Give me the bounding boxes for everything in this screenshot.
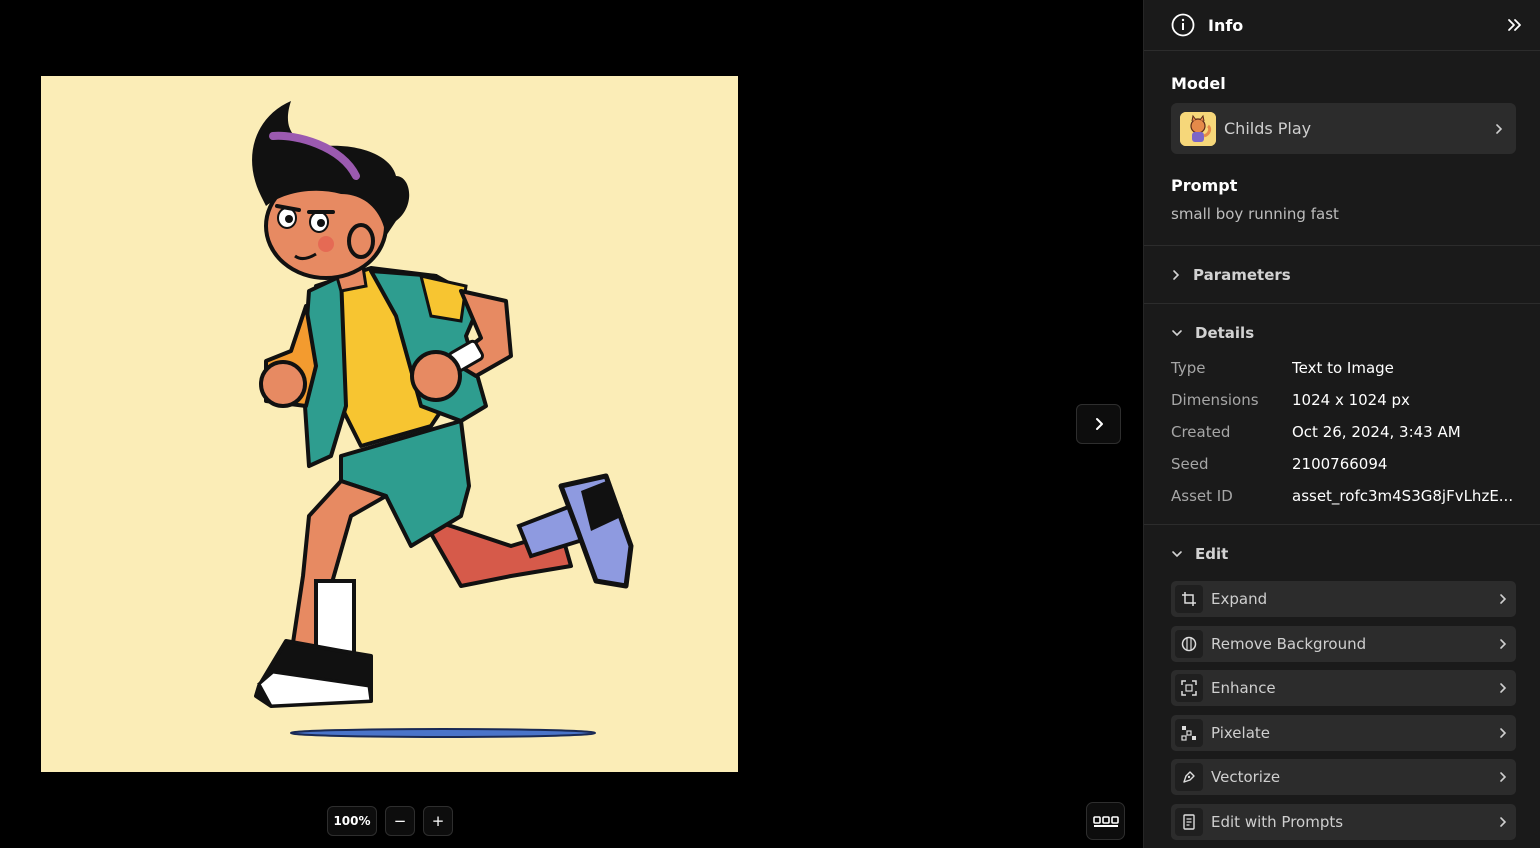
- prompt-label: Prompt: [1171, 176, 1238, 195]
- document-icon: [1175, 807, 1203, 836]
- detail-value[interactable]: asset_rofc3m4S3G8jFvLhzE...: [1292, 487, 1514, 505]
- panel-header: Info: [1144, 0, 1540, 51]
- prompt-text: small boy running fast: [1171, 205, 1339, 223]
- details-table: Type Text to Image Dimensions 1024 x 102…: [1144, 342, 1540, 525]
- thumbnails-button[interactable]: [1086, 802, 1125, 840]
- edit-toggle[interactable]: Edit: [1144, 525, 1540, 563]
- model-selector[interactable]: Childs Play: [1171, 103, 1516, 154]
- remove-background-icon: [1175, 629, 1203, 658]
- collapse-panel-button[interactable]: [1504, 14, 1526, 36]
- generated-image[interactable]: [41, 76, 738, 772]
- edit-item-label: Pixelate: [1211, 723, 1270, 742]
- chevron-down-icon: [1172, 330, 1182, 337]
- edit-expand-button[interactable]: Expand: [1171, 581, 1516, 617]
- model-label: Model: [1171, 74, 1226, 93]
- model-thumbnail: [1180, 111, 1216, 146]
- info-panel: Info Model Childs Play Prompt small boy …: [1143, 0, 1540, 848]
- panel-title: Info: [1208, 15, 1244, 35]
- detail-key: Asset ID: [1171, 487, 1233, 505]
- detail-key: Created: [1171, 423, 1231, 441]
- parameters-toggle[interactable]: Parameters: [1144, 246, 1540, 304]
- canvas-area: 100% − +: [0, 0, 1143, 848]
- detail-row: Seed 2100766094: [1171, 448, 1516, 480]
- chevron-down-icon: [1172, 551, 1182, 558]
- edit-pixelate-button[interactable]: Pixelate: [1171, 714, 1516, 751]
- edit-list: Expand Remove Background Enhance Pixelat…: [1144, 563, 1540, 840]
- detail-value: 2100766094: [1292, 455, 1388, 473]
- edit-item-label: Vectorize: [1211, 768, 1281, 786]
- zoom-in-button[interactable]: +: [423, 806, 453, 836]
- edit-with-prompts-button[interactable]: Edit with Prompts: [1171, 803, 1516, 840]
- detail-row: Created Oct 26, 2024, 3:43 AM: [1171, 416, 1516, 448]
- chevron-right-icon: [1500, 816, 1507, 827]
- thumbnails-icon: [1092, 816, 1119, 827]
- detail-row: Type Text to Image: [1171, 352, 1516, 384]
- detail-row: Asset ID asset_rofc3m4S3G8jFvLhzE...: [1171, 480, 1516, 512]
- chevron-right-icon: [1500, 638, 1507, 649]
- chevron-right-icon: [1173, 269, 1180, 280]
- zoom-level[interactable]: 100%: [327, 806, 377, 836]
- chevron-right-icon: [1500, 727, 1507, 738]
- chevron-right-icon: [1496, 123, 1503, 134]
- pixelate-icon: [1175, 718, 1203, 747]
- zoom-controls: 100% − +: [327, 806, 453, 836]
- info-icon: [1171, 13, 1195, 37]
- edit-label: Edit: [1195, 545, 1229, 563]
- detail-key: Type: [1171, 359, 1206, 377]
- edit-item-label: Edit with Prompts: [1211, 812, 1344, 831]
- next-image-button[interactable]: [1076, 404, 1121, 444]
- double-chevron-right-icon: [1508, 19, 1521, 31]
- detail-value: 1024 x 1024 px: [1292, 391, 1410, 409]
- detail-key: Dimensions: [1171, 391, 1259, 409]
- parameters-label: Parameters: [1193, 265, 1291, 284]
- edit-item-label: Remove Background: [1211, 634, 1367, 653]
- chevron-right-icon: [1500, 594, 1507, 604]
- details-toggle[interactable]: Details: [1144, 304, 1540, 342]
- chevron-right-icon: [1500, 772, 1507, 782]
- prompt-section: Prompt small boy running fast: [1144, 154, 1540, 246]
- model-section: Model Childs Play: [1144, 51, 1540, 154]
- crop-icon: [1175, 585, 1203, 613]
- enhance-icon: [1175, 674, 1203, 702]
- edit-item-label: Expand: [1211, 590, 1268, 608]
- edit-enhance-button[interactable]: Enhance: [1171, 670, 1516, 706]
- edit-item-label: Enhance: [1211, 679, 1276, 697]
- detail-row: Dimensions 1024 x 1024 px: [1171, 384, 1516, 416]
- details-label: Details: [1195, 324, 1255, 342]
- detail-key: Seed: [1171, 455, 1209, 473]
- edit-remove-background-button[interactable]: Remove Background: [1171, 625, 1516, 662]
- detail-value: Oct 26, 2024, 3:43 AM: [1292, 423, 1461, 441]
- edit-vectorize-button[interactable]: Vectorize: [1171, 759, 1516, 795]
- detail-value: Text to Image: [1292, 359, 1394, 377]
- zoom-out-button[interactable]: −: [385, 806, 415, 836]
- model-name: Childs Play: [1224, 119, 1312, 138]
- chevron-right-icon: [1095, 418, 1103, 430]
- pen-icon: [1175, 763, 1203, 791]
- chevron-right-icon: [1500, 683, 1507, 693]
